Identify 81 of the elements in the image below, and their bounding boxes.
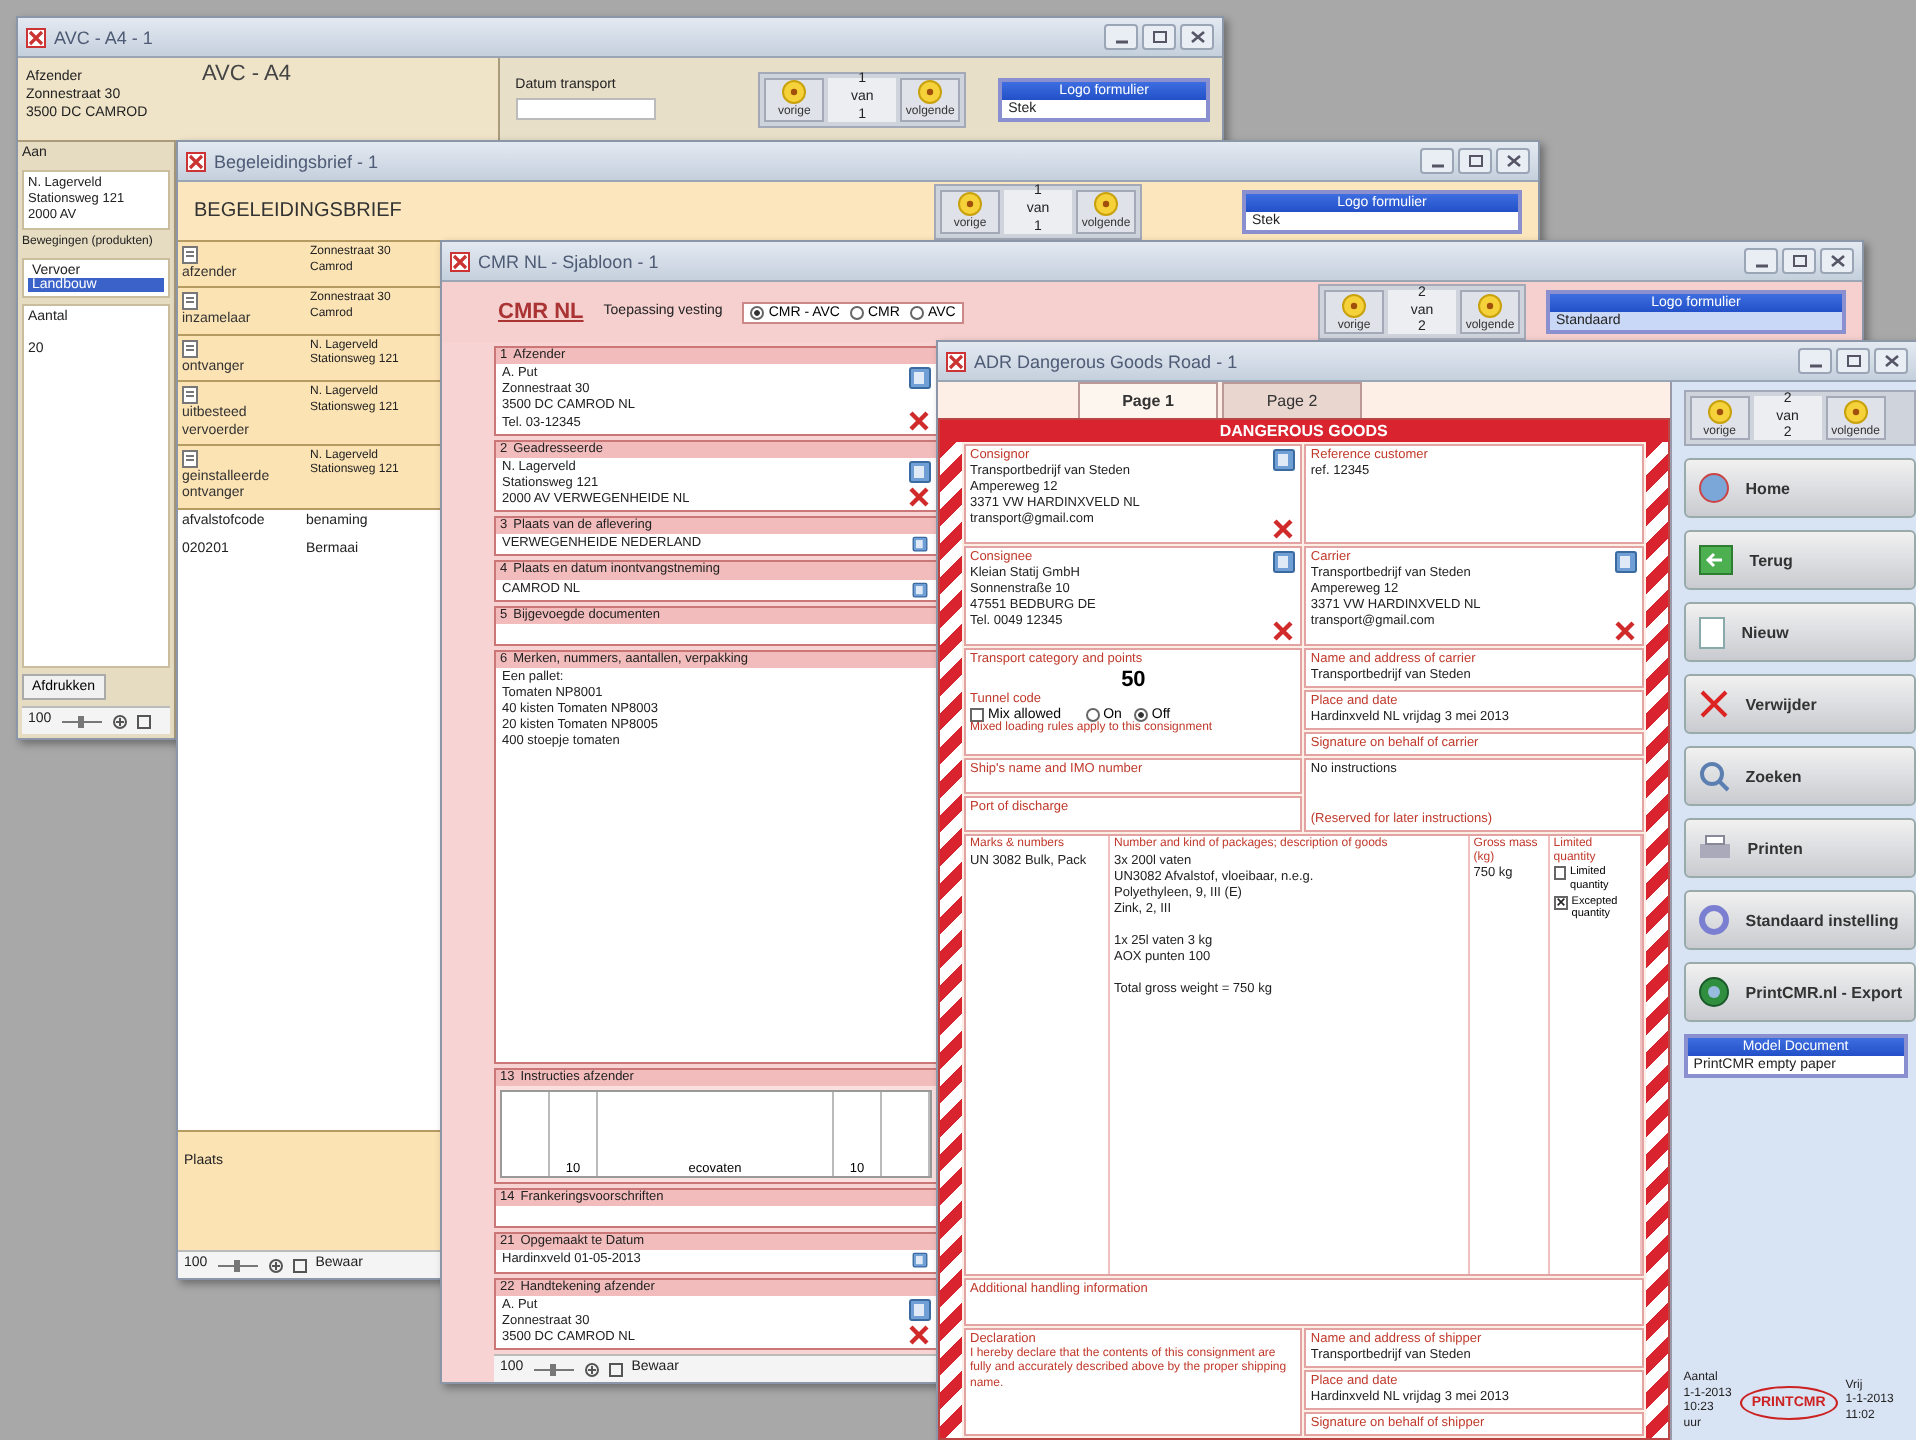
side-button[interactable]: Verwijder [1683, 674, 1916, 734]
warning-banner: DANGEROUS GOODS [940, 420, 1668, 442]
window-title: CMR NL - Sjabloon - 1 [478, 251, 659, 271]
delete-icon[interactable] [908, 409, 930, 432]
maximize-icon [1151, 30, 1167, 44]
side-button[interactable]: PrintCMR.nl - Export [1683, 962, 1916, 1022]
close-button[interactable] [1496, 148, 1530, 174]
page-tab[interactable]: Page 2 [1222, 382, 1362, 418]
address-book-icon[interactable] [908, 366, 932, 391]
address-book-icon[interactable] [908, 459, 932, 484]
side-button[interactable]: Terug [1683, 530, 1916, 590]
address-book-icon[interactable] [908, 1297, 932, 1322]
side-button[interactable]: Home [1683, 458, 1916, 518]
close-button[interactable] [1820, 248, 1854, 274]
side-button[interactable]: Printen [1683, 818, 1916, 878]
app-icon [946, 351, 966, 371]
app-icon [186, 151, 206, 171]
delete-icon[interactable] [1272, 620, 1295, 642]
app-icon [26, 27, 46, 47]
zoom-in-icon[interactable] [267, 1257, 284, 1273]
delete-icon[interactable] [1613, 620, 1636, 642]
document-icon [182, 246, 198, 264]
delete-icon[interactable] [1272, 518, 1295, 540]
maximize-icon [1791, 254, 1807, 268]
form-heading: BEGELEIDINGSBRIEF [194, 200, 404, 222]
ring-icon [1697, 904, 1730, 936]
close-icon [1189, 30, 1205, 44]
document-icon [182, 386, 198, 405]
document-icon [182, 449, 198, 468]
page-tab[interactable]: Page 1 [1078, 382, 1218, 418]
page-icon[interactable] [291, 1257, 308, 1273]
window-title: ADR Dangerous Goods Road - 1 [974, 351, 1238, 371]
zoom-in-icon[interactable] [111, 713, 128, 729]
side-button[interactable]: Zoeken [1683, 746, 1916, 806]
close-icon [1883, 354, 1899, 368]
cross-icon [1555, 896, 1566, 909]
maximize-button[interactable] [1142, 24, 1176, 50]
address-book-icon[interactable] [1272, 550, 1297, 574]
form-heading: CMR NL [498, 300, 584, 324]
minimize-button[interactable] [1744, 248, 1778, 274]
document-icon [182, 339, 198, 358]
maximize-icon [1845, 354, 1861, 368]
printer-icon [1697, 833, 1732, 863]
address-book-icon[interactable] [1272, 448, 1297, 472]
address-book-icon[interactable] [908, 1252, 932, 1269]
maximize-button[interactable] [1458, 148, 1492, 174]
close-icon [1829, 254, 1845, 268]
delete-icon[interactable] [908, 1324, 930, 1346]
document-icon [182, 292, 198, 311]
page-icon[interactable] [135, 713, 152, 729]
search-icon [1697, 760, 1730, 792]
minimize-button[interactable] [1420, 148, 1454, 174]
delete-icon[interactable] [908, 486, 930, 509]
zoom-slider-icon[interactable] [59, 713, 104, 729]
window-title: AVC - A4 - 1 [54, 27, 153, 47]
zoom-slider-icon[interactable] [531, 1361, 576, 1377]
page-icon[interactable] [607, 1361, 624, 1377]
address-book-icon[interactable] [908, 536, 932, 553]
field-value[interactable] [496, 623, 936, 644]
app-icon [450, 251, 470, 271]
maximize-button[interactable] [1782, 248, 1816, 274]
close-icon [1505, 154, 1521, 168]
window-title: Begeleidingsbrief - 1 [214, 151, 379, 171]
minimize-button[interactable] [1798, 348, 1832, 374]
close-button[interactable] [1180, 24, 1214, 50]
field-value[interactable] [496, 1206, 936, 1227]
address-book-icon[interactable] [908, 581, 932, 598]
maximize-icon [1467, 154, 1483, 168]
maximize-button[interactable] [1836, 348, 1870, 374]
close-button[interactable] [1874, 348, 1908, 374]
zoom-in-icon[interactable] [583, 1361, 600, 1377]
minimize-button[interactable] [1104, 24, 1138, 50]
category-value: 50 [1121, 667, 1146, 692]
address-book-icon[interactable] [1613, 550, 1638, 574]
side-button[interactable]: Standaard instelling [1683, 890, 1916, 950]
document-icon [1697, 615, 1726, 649]
date-field[interactable] [515, 98, 656, 121]
side-button[interactable]: Nieuw [1683, 602, 1916, 662]
form-heading: AVC - A4 [202, 62, 291, 86]
cross-icon [1697, 688, 1730, 720]
zoom-slider-icon[interactable] [215, 1257, 260, 1273]
